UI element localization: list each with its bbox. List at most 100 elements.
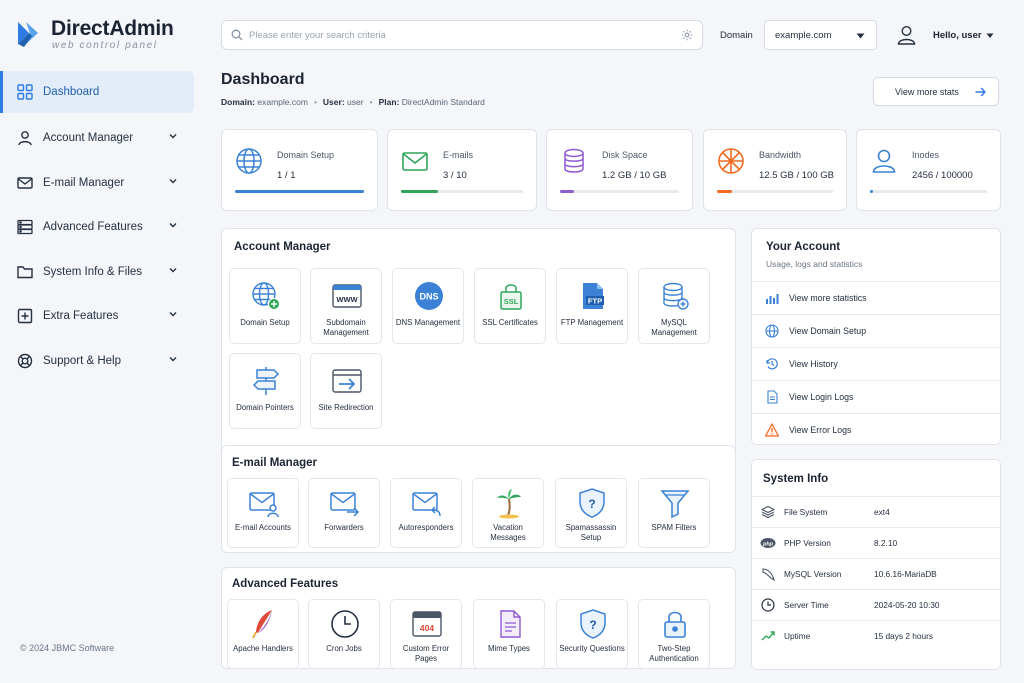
stat-card-disk-space[interactable]: Disk Space 1.2 GB / 10 GB — [546, 129, 693, 211]
tile-domain-pointers[interactable]: Domain Pointers — [229, 353, 301, 429]
tile-forwarders[interactable]: Forwarders — [308, 478, 380, 548]
system-info-key: Server Time — [784, 600, 829, 610]
tile-label: Cron Jobs — [326, 644, 362, 653]
tile-spam-filters[interactable]: SPAM Filters — [638, 478, 710, 548]
sidebar-item-support-help[interactable]: Support & Help — [0, 339, 194, 383]
system-info-value: 15 days 2 hours — [874, 631, 934, 641]
view-more-stats-button[interactable]: View more stats — [873, 77, 999, 106]
brand-logo[interactable]: DirectAdmin web control panel — [16, 17, 186, 53]
chevron-down-icon — [169, 134, 177, 139]
tile-mysql-management[interactable]: MySQL Management — [638, 268, 710, 344]
link-view-login-logs[interactable]: View Login Logs — [752, 380, 1000, 413]
tile-site-redirection[interactable]: Site Redirection — [310, 353, 382, 429]
mail-forward-icon — [329, 487, 361, 519]
search-box[interactable] — [221, 20, 703, 50]
link-view-history[interactable]: View History — [752, 347, 1000, 380]
warning-icon — [764, 422, 780, 438]
tile-ssl-certificates[interactable]: SSL SSL Certificates — [474, 268, 546, 344]
system-info-value: ext4 — [874, 507, 890, 517]
tile-domain-setup[interactable]: Domain Setup — [229, 268, 301, 344]
sidebar-item-email-manager[interactable]: E-mail Manager — [0, 161, 194, 205]
mail-icon — [16, 174, 34, 192]
tile-label: Custom Error Pages — [402, 644, 450, 663]
chevron-down-icon — [169, 178, 177, 183]
stat-card-emails[interactable]: E-mails 3 / 10 — [387, 129, 537, 211]
system-info-value: 2024-05-20 10:30 — [874, 600, 940, 610]
system-info-key: Uptime — [784, 631, 811, 641]
card-title: E-mail Manager — [232, 457, 317, 469]
tile-subdomain-management[interactable]: WWW Subdomain Management — [310, 268, 382, 344]
usage-bar-fill — [235, 190, 364, 193]
dns-icon: DNS — [413, 280, 445, 312]
tile-spamassassin-setup[interactable]: ? Spamassassin Setup — [555, 478, 627, 548]
user-key: User: — [322, 97, 345, 107]
user-greeting[interactable]: Hello, user — [933, 30, 982, 41]
plus-square-icon — [16, 307, 34, 325]
tile-two-step-authentication[interactable]: Two-Step Authentication — [638, 599, 710, 669]
system-info-value: 10.6.16-MariaDB — [874, 569, 937, 579]
usage-bar — [401, 190, 523, 193]
stat-value: 3 / 10 — [443, 170, 467, 181]
document-icon — [494, 608, 526, 640]
tile-label: MySQL Management — [651, 318, 697, 337]
svg-text:404: 404 — [420, 623, 434, 633]
tile-email-accounts[interactable]: E-mail Accounts — [227, 478, 299, 548]
stat-card-domain-setup[interactable]: Domain Setup 1 / 1 — [221, 129, 378, 211]
usage-bar — [870, 190, 987, 193]
tile-autoresponders[interactable]: Autoresponders — [390, 478, 462, 548]
link-view-more-statistics[interactable]: View more statistics — [752, 281, 1000, 314]
history-icon — [764, 356, 780, 372]
svg-text:?: ? — [589, 618, 596, 632]
caret-down-icon[interactable] — [986, 33, 994, 39]
layers-icon — [760, 504, 776, 520]
tile-label: Mime Types — [488, 644, 530, 653]
tile-custom-error-pages[interactable]: 404 Custom Error Pages — [390, 599, 462, 669]
usage-bar — [560, 190, 679, 193]
stat-card-bandwidth[interactable]: Bandwidth 12.5 GB / 100 GB — [703, 129, 847, 211]
shield-question-icon: ? — [576, 487, 608, 519]
domain-select[interactable]: example.com — [764, 20, 877, 50]
link-view-domain-setup[interactable]: View Domain Setup — [752, 314, 1000, 347]
svg-text:php: php — [762, 541, 774, 547]
domain-select-value: example.com — [775, 29, 832, 41]
globe-add-icon — [250, 280, 282, 312]
tile-label: Security Questions — [559, 644, 625, 653]
tile-vacation-messages[interactable]: Vacation Messages — [472, 478, 544, 548]
user-avatar-icon[interactable] — [897, 25, 916, 45]
sidebar-item-label: Dashboard — [43, 86, 100, 98]
tile-ftp-management[interactable]: FTP FTP Management — [556, 268, 628, 344]
tile-dns-management[interactable]: DNS DNS Management — [392, 268, 464, 344]
link-view-error-logs[interactable]: View Error Logs — [752, 413, 1000, 446]
your-account-card: Your Account Usage, logs and statistics … — [751, 228, 1001, 445]
stat-value: 2456 / 100000 — [912, 170, 973, 181]
person-icon — [872, 149, 896, 173]
sidebar-item-advanced-features[interactable]: Advanced Features — [0, 205, 194, 249]
brand-tagline: web control panel — [52, 40, 158, 51]
tile-mime-types[interactable]: Mime Types — [473, 599, 545, 669]
globe-icon — [764, 323, 780, 339]
sidebar-item-dashboard[interactable]: Dashboard — [0, 71, 194, 113]
sidebar-item-extra-features[interactable]: Extra Features — [0, 294, 194, 338]
arrow-right-icon — [975, 87, 986, 97]
tile-apache-handlers[interactable]: Apache Handlers — [227, 599, 299, 669]
chevron-down-icon — [169, 223, 177, 228]
usage-bar — [717, 190, 833, 193]
stat-card-inodes[interactable]: Inodes 2456 / 100000 — [856, 129, 1001, 211]
tile-security-questions[interactable]: ? Security Questions — [556, 599, 628, 669]
stat-title: Domain Setup — [277, 150, 335, 160]
search-input[interactable] — [249, 29, 681, 41]
system-info-row: php PHP Version 8.2.10 — [752, 527, 1000, 558]
stat-title: E-mails — [443, 150, 474, 160]
tile-label: Two-Step Authentication — [649, 644, 699, 663]
system-info-row: Server Time 2024-05-20 10:30 — [752, 589, 1000, 620]
sidebar-item-system-info-files[interactable]: System Info & Files — [0, 250, 194, 294]
sidebar-item-account-manager[interactable]: Account Manager — [0, 116, 194, 160]
gear-icon[interactable] — [681, 29, 693, 41]
globe-icon — [236, 148, 262, 174]
sidebar: DirectAdmin web control panel Dashboard … — [0, 0, 200, 683]
card-title: Account Manager — [234, 241, 331, 253]
file-icon — [764, 389, 780, 405]
tile-cron-jobs[interactable]: Cron Jobs — [308, 599, 380, 669]
link-label: View more statistics — [789, 293, 867, 303]
system-info-row: Uptime 15 days 2 hours — [752, 620, 1000, 651]
